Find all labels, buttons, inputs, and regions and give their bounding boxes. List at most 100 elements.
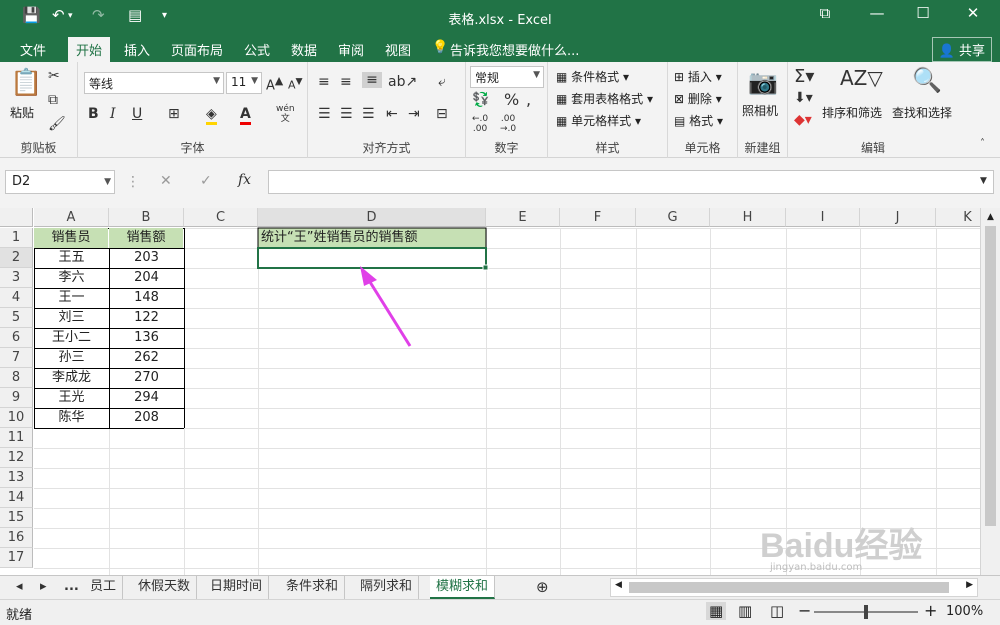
cell-a4[interactable]: 王一 bbox=[34, 288, 109, 308]
horizontal-scrollbar[interactable]: ◀ ▶ bbox=[610, 578, 978, 597]
font-color-icon[interactable]: A bbox=[240, 106, 251, 125]
cell-a1[interactable]: 销售员 bbox=[34, 228, 108, 248]
font-name-select[interactable]: 等线 ▼ bbox=[84, 72, 224, 94]
format-as-table-button[interactable]: ▦ 套用表格格式 ▾ bbox=[556, 90, 653, 107]
expand-formula-icon[interactable]: ▼ bbox=[980, 176, 987, 186]
cell-b8[interactable]: 270 bbox=[109, 368, 184, 388]
comma-icon[interactable]: , bbox=[526, 90, 531, 109]
page-break-view-icon[interactable]: ◫ bbox=[770, 602, 784, 620]
borders-icon[interactable]: ⊞ bbox=[168, 106, 180, 122]
more-sheets[interactable]: ... bbox=[58, 576, 85, 599]
row-header-2[interactable]: 2 bbox=[0, 248, 33, 268]
scroll-thumb[interactable] bbox=[629, 582, 949, 593]
row-header-16[interactable]: 16 bbox=[0, 528, 33, 548]
cell-a10[interactable]: 陈华 bbox=[34, 408, 109, 428]
cancel-icon[interactable]: ✕ bbox=[160, 173, 172, 189]
row-header-13[interactable]: 13 bbox=[0, 468, 33, 488]
enter-icon[interactable]: ✓ bbox=[200, 173, 212, 189]
cell-b5[interactable]: 122 bbox=[109, 308, 184, 328]
fill-icon[interactable]: ⬇▾ bbox=[794, 90, 813, 106]
cell-b4[interactable]: 148 bbox=[109, 288, 184, 308]
decrease-indent-icon[interactable]: ⇤ bbox=[386, 106, 398, 122]
row-header-15[interactable]: 15 bbox=[0, 508, 33, 528]
column-header-b[interactable]: B bbox=[109, 208, 184, 227]
column-header-f[interactable]: F bbox=[560, 208, 636, 227]
sort-filter-icon[interactable]: AZ▽ bbox=[840, 66, 883, 90]
paste-icon[interactable]: 📋 bbox=[10, 68, 42, 98]
row-header-12[interactable]: 12 bbox=[0, 448, 33, 468]
row-header-17[interactable]: 17 bbox=[0, 548, 33, 568]
sheet-tab-4[interactable]: 条件求和 bbox=[280, 576, 346, 599]
find-select-button[interactable]: 查找和选择 bbox=[892, 104, 952, 121]
row-header-5[interactable]: 5 bbox=[0, 308, 33, 328]
align-center-icon[interactable]: ☰ bbox=[340, 106, 353, 122]
format-cells-button[interactable]: ▤ 格式 ▾ bbox=[674, 112, 723, 129]
prev-sheet-icon[interactable]: ◂ bbox=[10, 576, 29, 599]
name-box[interactable]: D2 ▼ bbox=[5, 170, 115, 194]
decrease-font-icon[interactable]: A▼ bbox=[288, 76, 303, 92]
sheet-tab-6[interactable]: 模糊求和 bbox=[430, 576, 496, 599]
cell-a5[interactable]: 刘三 bbox=[34, 308, 109, 328]
cell-b7[interactable]: 262 bbox=[109, 348, 184, 368]
row-header-9[interactable]: 9 bbox=[0, 388, 33, 408]
cell-a6[interactable]: 王小二 bbox=[34, 328, 109, 348]
align-right-icon[interactable]: ☰ bbox=[362, 106, 375, 122]
select-all-corner[interactable] bbox=[0, 208, 33, 227]
maximize-button[interactable]: ☐ bbox=[908, 4, 938, 30]
cell-a9[interactable]: 王光 bbox=[34, 388, 109, 408]
column-header-c[interactable]: C bbox=[184, 208, 258, 227]
italic-button[interactable]: I bbox=[110, 106, 116, 122]
sheet-tab-5[interactable]: 隔列求和 bbox=[354, 576, 420, 599]
zoom-level[interactable]: 100% bbox=[946, 604, 983, 619]
row-header-11[interactable]: 11 bbox=[0, 428, 33, 448]
ribbon-display-icon[interactable]: ⧉ bbox=[810, 4, 840, 30]
cell-b1[interactable]: 销售额 bbox=[109, 228, 183, 248]
close-button[interactable]: ✕ bbox=[958, 4, 988, 30]
tab-view[interactable]: 视图 bbox=[385, 40, 411, 59]
collapse-ribbon-icon[interactable]: ˄ bbox=[980, 138, 985, 149]
cell-a2[interactable]: 王五 bbox=[34, 248, 109, 268]
column-header-a[interactable]: A bbox=[34, 208, 109, 227]
clear-icon[interactable]: ◆▾ bbox=[794, 112, 812, 128]
number-format-select[interactable]: 常规 ▼ bbox=[470, 66, 544, 88]
cell-b3[interactable]: 204 bbox=[109, 268, 184, 288]
cell-styles-button[interactable]: ▦ 单元格样式 ▾ bbox=[556, 112, 641, 129]
column-header-i[interactable]: I bbox=[786, 208, 860, 227]
cell-a8[interactable]: 李成龙 bbox=[34, 368, 109, 388]
align-middle-icon[interactable]: ≡ bbox=[340, 74, 352, 90]
sheet-tab-1[interactable]: 员工 bbox=[84, 576, 124, 599]
tab-review[interactable]: 审阅 bbox=[338, 40, 364, 59]
row-header-1[interactable]: 1 bbox=[0, 228, 33, 248]
wrap-text-icon[interactable]: ⤶ bbox=[438, 74, 446, 90]
column-header-d[interactable]: D bbox=[258, 208, 486, 227]
zoom-in-icon[interactable]: + bbox=[924, 601, 937, 620]
scroll-left-icon[interactable]: ◀ bbox=[615, 580, 622, 590]
zoom-slider-thumb[interactable] bbox=[864, 605, 868, 619]
share-button[interactable]: 👤 共享 bbox=[931, 37, 992, 62]
delete-cells-button[interactable]: ⊠ 删除 ▾ bbox=[674, 90, 722, 107]
phonetic-icon[interactable]: wén 文 bbox=[276, 104, 295, 124]
scroll-up-icon[interactable]: ▲ bbox=[981, 208, 1000, 222]
row-header-8[interactable]: 8 bbox=[0, 368, 33, 388]
cell-b2[interactable]: 203 bbox=[109, 248, 184, 268]
zoom-out-icon[interactable]: − bbox=[798, 601, 811, 620]
increase-decimal-icon[interactable]: ←.0.00 bbox=[472, 114, 488, 134]
scroll-right-icon[interactable]: ▶ bbox=[966, 580, 973, 590]
column-header-g[interactable]: G bbox=[636, 208, 710, 227]
column-header-e[interactable]: E bbox=[486, 208, 560, 227]
tell-me-box[interactable]: 告诉我您想要做什么... bbox=[450, 40, 579, 59]
scroll-thumb[interactable] bbox=[985, 226, 996, 526]
tab-page-layout[interactable]: 页面布局 bbox=[171, 40, 223, 59]
tab-insert[interactable]: 插入 bbox=[124, 40, 150, 59]
next-sheet-icon[interactable]: ▸ bbox=[34, 576, 53, 599]
sheet-tab-2[interactable]: 休假天数 bbox=[132, 576, 198, 599]
font-size-select[interactable]: 11 ▼ bbox=[226, 72, 262, 94]
worksheet-grid[interactable]: ABCDEFGHIJK 1 2 3 4 5 6 7 8 9 10 11 12 13 14 15 16 17 销售… bbox=[0, 208, 1000, 575]
tab-data[interactable]: 数据 bbox=[291, 40, 317, 59]
merge-center-icon[interactable]: ⊟ bbox=[436, 106, 448, 122]
format-painter-icon[interactable]: 🖌 bbox=[48, 116, 66, 132]
increase-font-icon[interactable]: A▲ bbox=[266, 74, 283, 93]
minimize-button[interactable]: — bbox=[862, 4, 892, 30]
conditional-format-button[interactable]: ▦ 条件格式 ▾ bbox=[556, 68, 629, 85]
insert-function-icon[interactable]: fx bbox=[238, 172, 251, 188]
